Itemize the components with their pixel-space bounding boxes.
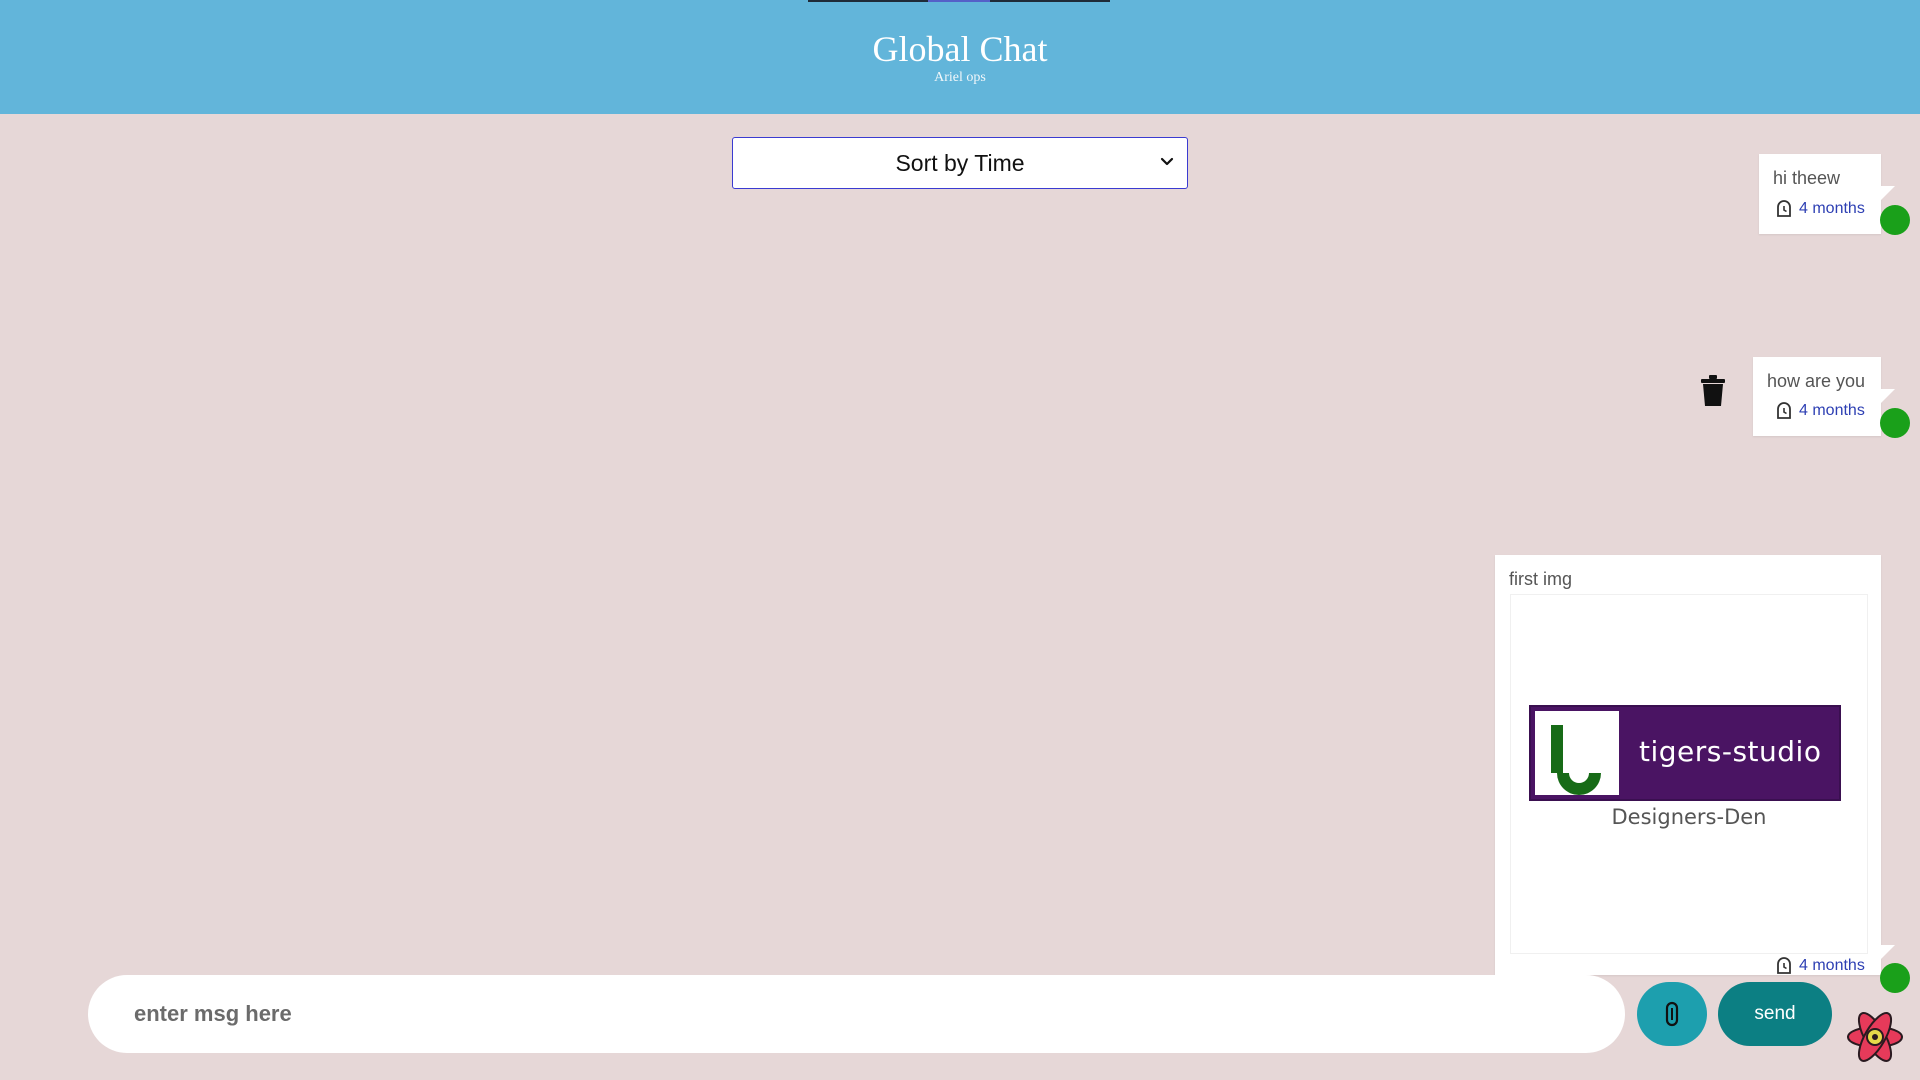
trash-icon[interactable] xyxy=(1700,375,1726,407)
header-top-line-accent xyxy=(928,0,990,2)
brand-logo-text: tigers-studio xyxy=(1639,735,1822,768)
page-title: Global Chat xyxy=(872,29,1048,69)
bubble-tail xyxy=(1881,945,1895,959)
attach-button[interactable] xyxy=(1637,982,1707,1046)
sort-select-value: Sort by Time xyxy=(895,149,1025,176)
message-text: first img xyxy=(1509,569,1572,589)
bubble-tail xyxy=(1881,389,1895,403)
message-time: 4 months xyxy=(1775,402,1865,420)
online-status-dot xyxy=(1880,205,1910,235)
bubble-tail xyxy=(1881,186,1895,200)
message-time-label: 4 months xyxy=(1799,957,1865,974)
brand-logo-caption: Designers-Den xyxy=(1611,805,1767,829)
sort-select[interactable]: Sort by Time xyxy=(732,137,1188,189)
page-subtitle: Ariel ops xyxy=(934,70,986,85)
message-time: 4 months xyxy=(1775,200,1865,218)
message-time-label: 4 months xyxy=(1799,402,1865,419)
brand-logo: tigers-studio xyxy=(1529,705,1841,801)
app-header: Global Chat Ariel ops xyxy=(0,0,1920,114)
message-image[interactable]: tigers-studio Designers-Den xyxy=(1510,594,1868,954)
message-input[interactable] xyxy=(88,975,1625,1053)
message-bubble: hi theew 4 months xyxy=(1759,154,1895,234)
clock-icon xyxy=(1777,402,1791,419)
message-text: hi theew xyxy=(1773,168,1841,188)
paperclip-icon xyxy=(1665,1001,1679,1027)
react-logo-icon[interactable] xyxy=(1846,1008,1904,1066)
clock-icon xyxy=(1777,957,1791,974)
online-status-dot xyxy=(1880,963,1910,993)
message-time: 4 months xyxy=(1775,957,1865,975)
clock-icon xyxy=(1777,200,1791,217)
message-text: how are you xyxy=(1767,371,1866,391)
brand-logo-icon xyxy=(1535,711,1619,795)
chevron-down-icon xyxy=(1160,157,1174,166)
send-button[interactable]: send xyxy=(1718,982,1832,1046)
message-time-label: 4 months xyxy=(1799,200,1865,217)
online-status-dot xyxy=(1880,408,1910,438)
message-bubble: how are you 4 months xyxy=(1753,357,1895,436)
